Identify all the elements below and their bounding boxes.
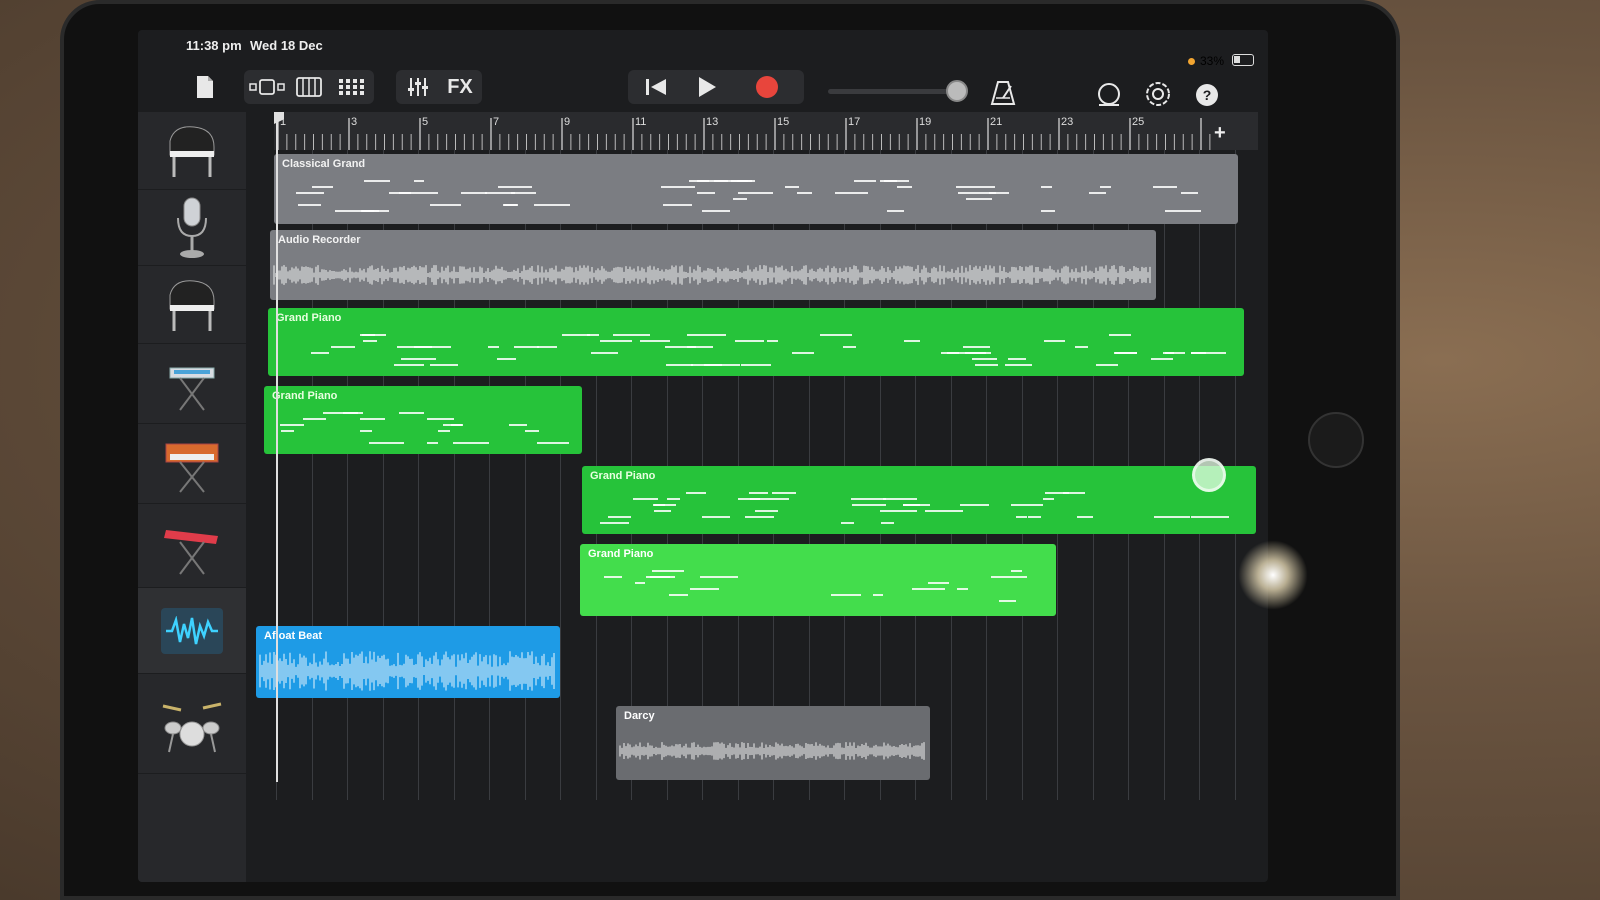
grid-view-button[interactable] (330, 70, 372, 104)
light-glare (1238, 540, 1308, 610)
rewind-button[interactable] (635, 70, 677, 104)
midi-notes (580, 566, 1056, 610)
ruler-bar-13: 13 (706, 116, 719, 128)
grand-piano-icon (169, 279, 215, 331)
red-keyboard-icon (164, 529, 218, 575)
region-label: Audio Recorder (278, 234, 361, 246)
region-label: Afloat Beat (264, 630, 323, 642)
midi-notes (268, 330, 1244, 374)
location-dot (1188, 58, 1195, 65)
track-header-grand-piano-1[interactable] (138, 266, 246, 344)
region-label: Darcy (624, 710, 655, 722)
my-songs-button[interactable] (190, 70, 220, 104)
track-header-classical-grand[interactable] (138, 112, 246, 190)
transport-controls (628, 70, 804, 104)
ruler-bar-7: 7 (493, 116, 500, 128)
mixer-icon (408, 78, 428, 96)
ruler-bar-5: 5 (422, 116, 429, 128)
track-header-afloat-beat[interactable] (138, 588, 246, 674)
drum-kit-icon (162, 702, 222, 752)
ruler-bar-17: 17 (848, 116, 861, 128)
microphone-icon (177, 197, 207, 258)
grand-piano-icon (169, 125, 215, 177)
region-audio-recorder[interactable]: Audio Recorder (270, 230, 1156, 300)
ruler-bar-3: 3 (351, 116, 358, 128)
region-label: Grand Piano (590, 470, 656, 482)
track-header-darcy[interactable] (138, 674, 246, 774)
region-label: Grand Piano (276, 312, 342, 324)
status-time: 11:38 pm (186, 38, 242, 53)
track-header-grand-piano-2[interactable] (138, 344, 246, 424)
track-header-grand-piano-4[interactable] (138, 504, 246, 588)
track-header-audio-recorder[interactable] (138, 190, 246, 266)
loop-browser-icon[interactable] (1096, 82, 1122, 108)
battery-icon (1232, 54, 1254, 66)
garageband-screen: 11:38 pm Wed 18 Dec 33% FX ? 1 3 5 7 9 1… (138, 30, 1268, 882)
tracks-view-button[interactable] (246, 70, 288, 104)
playhead[interactable] (276, 112, 278, 782)
audio-waveform (259, 651, 555, 691)
timeline-ruler[interactable]: 1 3 5 7 9 11 13 15 17 19 21 23 25 (274, 112, 1258, 150)
keyboard-icon (296, 77, 322, 97)
add-section-button[interactable]: + (1214, 122, 1226, 145)
region-label: Grand Piano (588, 548, 654, 560)
region-grand-piano-3[interactable]: Grand Piano (582, 466, 1256, 534)
fx-label: FX (447, 75, 473, 98)
settings-icon[interactable] (1144, 80, 1172, 108)
region-grand-piano-4[interactable]: Grand Piano (580, 544, 1056, 616)
status-bar: 11:38 pm Wed 18 Dec (138, 30, 1268, 56)
mixer-fx-group: FX (396, 70, 482, 104)
midi-notes (264, 408, 582, 452)
view-toggle-group (244, 70, 374, 104)
region-grand-piano-2[interactable]: Grand Piano (264, 386, 582, 454)
track-headers: + (138, 112, 246, 882)
synth-keyboard-icon (169, 367, 215, 411)
home-button[interactable] (1308, 412, 1364, 468)
orange-synth-icon (165, 443, 219, 493)
record-icon (756, 76, 778, 98)
ruler-bar-15: 15 (777, 116, 790, 128)
ruler-bar-9: 9 (564, 116, 571, 128)
master-volume-slider[interactable] (828, 89, 952, 94)
ruler-bar-11: 11 (635, 116, 647, 128)
status-date: Wed 18 Dec (250, 38, 323, 53)
audio-waveform (273, 265, 1151, 285)
midi-notes (582, 488, 1256, 532)
record-button[interactable] (737, 70, 797, 104)
ruler-bar-25: 25 (1132, 116, 1145, 128)
region-label: Classical Grand (282, 158, 366, 170)
keyboard-view-button[interactable] (288, 70, 330, 104)
tracks-area[interactable]: Classical Grand Audio Recorder Grand Pia… (256, 150, 1256, 800)
touch-indicator (1192, 458, 1226, 492)
region-grand-piano-1[interactable]: Grand Piano (268, 308, 1244, 376)
ruler-bar-19: 19 (919, 116, 932, 128)
help-icon[interactable]: ? (1196, 84, 1218, 106)
track-header-grand-piano-3[interactable] (138, 424, 246, 504)
ruler-bar-21: 21 (990, 116, 1003, 128)
grid-icon (339, 79, 364, 95)
region-classical-grand[interactable]: Classical Grand (274, 154, 1238, 224)
metronome-icon[interactable] (990, 80, 1016, 106)
midi-notes (274, 176, 1238, 220)
waveform-icon (161, 607, 223, 654)
play-icon (699, 77, 716, 97)
battery-percent: 33% (1200, 54, 1225, 68)
audio-waveform (619, 742, 925, 760)
rewind-icon (646, 79, 666, 95)
region-label: Grand Piano (272, 390, 338, 402)
ruler-bar-23: 23 (1061, 116, 1074, 128)
region-darcy[interactable]: Darcy (616, 706, 930, 780)
mixer-button[interactable] (397, 70, 439, 104)
document-icon (197, 76, 213, 98)
play-button[interactable] (677, 70, 737, 104)
volume-knob[interactable] (946, 80, 968, 102)
fx-button[interactable]: FX (439, 70, 481, 104)
region-afloat-beat[interactable]: Afloat Beat (256, 626, 560, 698)
tracks-view-icon (249, 79, 285, 95)
